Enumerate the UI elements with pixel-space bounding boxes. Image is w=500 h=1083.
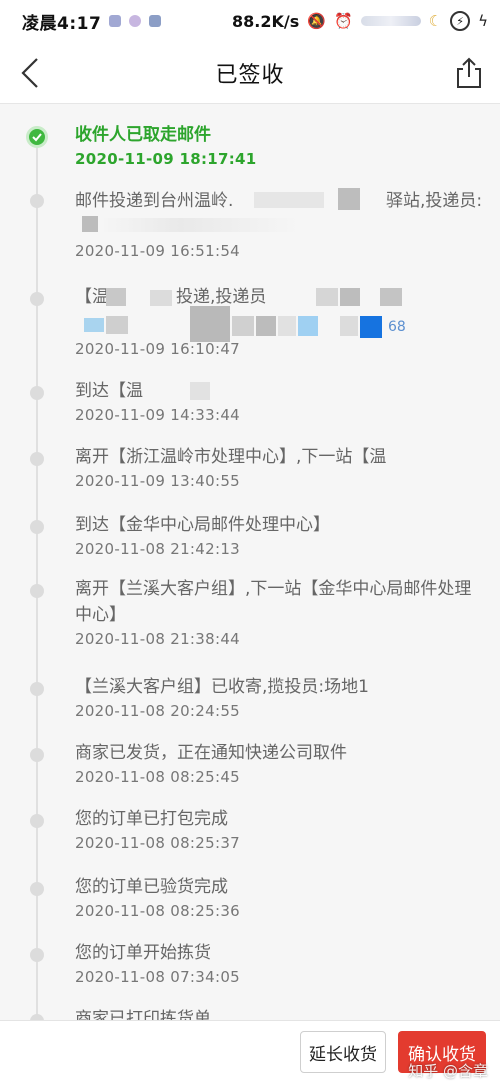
event-text: 商家已打印拣货单: [75, 1009, 211, 1020]
redaction: [100, 218, 300, 232]
redaction: [338, 188, 360, 210]
event-time: 2020-11-09 16:51:54: [75, 242, 241, 260]
event-text: 离开【浙江温岭市处理中心】,下一站【温: [75, 447, 387, 467]
event-time: 2020-11-09 14:33:44: [75, 406, 241, 424]
status-time: 凌晨4:17: [22, 13, 102, 34]
network-speed: 88.2K/s: [232, 11, 300, 31]
redaction: [190, 306, 230, 342]
redaction: [278, 316, 296, 336]
event-text: 到达【温: [75, 381, 143, 401]
redaction: [106, 288, 126, 306]
redaction: [84, 318, 104, 332]
redaction: [254, 192, 324, 208]
redaction: [82, 216, 98, 232]
event-text: 商家已发货，正在通知快递公司取件: [75, 743, 347, 763]
moon-icon: ☾: [428, 12, 443, 30]
event-time: 2020-11-09 18:17:41: [75, 150, 257, 168]
status-bar: 凌晨4:17 88.2K/s 🔕 ⏰ ☾ ⚡ ϟ: [0, 0, 500, 42]
timeline-dot: [30, 584, 44, 598]
event-time: 2020-11-08 21:42:13: [75, 540, 241, 558]
event-time: 2020-11-08 07:34:05: [75, 968, 241, 986]
notification-icon: [149, 15, 162, 27]
tracking-timeline[interactable]: 收件人已取走邮件 2020-11-09 18:17:41 邮件投递到台州温岭. …: [0, 104, 500, 1020]
notification-icon: [109, 15, 122, 27]
charging-icon: ϟ: [478, 12, 488, 30]
timeline-dot: [30, 814, 44, 828]
check-icon: [26, 126, 48, 148]
mute-icon: 🔕: [307, 12, 326, 30]
event-text: 到达【金华中心局邮件处理中心】: [75, 515, 330, 535]
event-text-tail: 68: [388, 319, 406, 335]
page-title: 已签收: [215, 62, 285, 88]
back-chevron-icon: [21, 58, 38, 88]
event-time: 2020-11-08 08:25:36: [75, 902, 241, 920]
extend-receipt-button[interactable]: 延长收货: [300, 1031, 386, 1073]
nav-bar: 已签收: [0, 42, 500, 104]
event-time: 2020-11-08 08:25:37: [75, 834, 241, 852]
event-text-part: 邮件投递到台州温岭.: [75, 191, 234, 211]
event-text: 您的订单开始拣货: [75, 943, 211, 963]
event-time: 2020-11-08 21:38:44: [75, 630, 241, 648]
timeline-dot: [30, 748, 44, 762]
event-text: 离开【兰溪大客户组】,下一站【金华中心局邮件处理中心】: [75, 579, 472, 625]
event-text: 【兰溪大客户组】已收寄,揽投员:场地1: [75, 677, 369, 697]
timeline-dot: [30, 194, 44, 208]
watermark: 知乎 @含章: [408, 1062, 488, 1080]
redaction: [298, 316, 318, 336]
event-time: 2020-11-08 08:25:45: [75, 768, 241, 786]
timeline-dot: [30, 948, 44, 962]
timeline-dot: [30, 882, 44, 896]
event-text: 您的订单已验货完成: [75, 877, 228, 897]
alarm-icon: ⏰: [333, 12, 353, 30]
event-text: 您的订单已打包完成: [75, 809, 228, 829]
redaction: [232, 316, 254, 336]
redaction: [316, 288, 338, 306]
notification-icon: [129, 15, 142, 27]
redaction: [150, 290, 172, 306]
timeline-dot: [30, 386, 44, 400]
event-text: 收件人已取走邮件: [75, 125, 211, 145]
redaction: [256, 316, 276, 336]
back-button[interactable]: [10, 52, 50, 94]
timeline-dot: [30, 292, 44, 306]
redaction: [190, 382, 210, 400]
redaction: [340, 316, 358, 336]
timeline-dot: [30, 520, 44, 534]
redaction: [380, 288, 402, 306]
battery-icon: ⚡: [450, 11, 471, 31]
signal-icon: [360, 16, 421, 26]
redaction: [106, 316, 128, 334]
redaction: [340, 288, 360, 306]
redaction: [360, 316, 382, 338]
status-right: 88.2K/s 🔕 ⏰ ☾ ⚡ ϟ: [232, 11, 488, 31]
timeline-dot: [30, 452, 44, 466]
event-time: 2020-11-08 20:24:55: [75, 702, 241, 720]
share-icon[interactable]: [452, 56, 486, 90]
event-text-tail: 驿站,投递员:: [386, 191, 483, 211]
timeline-dot: [30, 682, 44, 696]
event-time: 2020-11-09 13:40:55: [75, 472, 241, 490]
event-time: 2020-11-09 16:10:47: [75, 340, 241, 358]
